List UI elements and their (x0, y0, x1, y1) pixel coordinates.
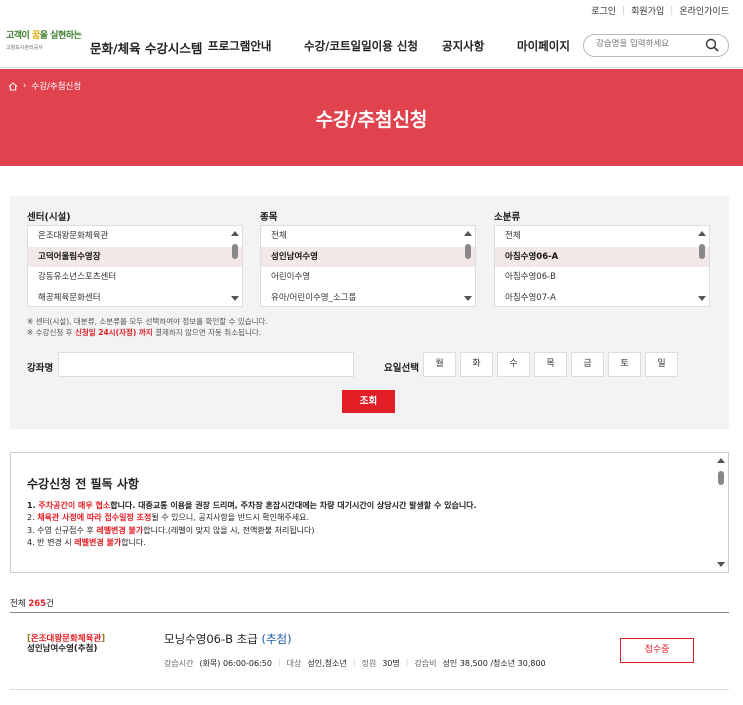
scroll-down-arrow-icon[interactable] (698, 296, 706, 301)
filter-notes: ※ 센터(시설), 대분류, 소분류를 모두 선택하여야 정보를 확인할 수 있… (27, 317, 268, 338)
center-label: 센터(시설) (27, 212, 71, 223)
course-name-label: 강좌명 (27, 363, 54, 374)
scrollbar[interactable] (461, 226, 475, 306)
day-select-label: 요일선택 (384, 363, 419, 374)
notice-list: 1. 주차공간이 매우 협소합니다. 대중교통 이용을 권장 드리며, 주차장 … (27, 500, 477, 549)
guide-link[interactable]: 온라인가이드 (679, 4, 729, 17)
category-option[interactable]: 유아/어린이수영_소그룹 (261, 288, 475, 307)
subcategory-option-selected[interactable]: 아침수영06-A (495, 246, 709, 267)
day-button-tue[interactable]: 화 (460, 352, 493, 377)
divider (10, 689, 729, 690)
divider (10, 612, 729, 613)
category-label: 종목 (260, 212, 278, 223)
scroll-down-arrow-icon[interactable] (464, 296, 472, 301)
day-button-wed[interactable]: 수 (497, 352, 530, 377)
category-option[interactable]: 어린이수영 (261, 267, 475, 288)
breadcrumb-separator: › (23, 81, 27, 91)
day-button-thu[interactable]: 목 (534, 352, 567, 377)
result-title[interactable]: 모닝수영06-B 초급 (추첨) (164, 631, 292, 647)
subcategory-listbox[interactable]: 전체 아침수영06-A 아침수영06-B 아침수영07-A (494, 225, 710, 307)
subcategory-option[interactable]: 전체 (495, 226, 709, 247)
result-facility: 성인남여수영(추첨) (27, 644, 98, 654)
scroll-up-arrow-icon[interactable] (231, 231, 239, 236)
center-option[interactable]: 온조대왕문화체육관 (28, 226, 242, 247)
scroll-up-arrow-icon[interactable] (717, 458, 725, 463)
header: 고객이 꿈을 실현하는 고양도시관리공사 문화/체육 수강시스템 프로그램안내 … (0, 22, 743, 68)
nav-notice[interactable]: 공지사항 (442, 38, 484, 54)
result-target: 성인,청소년 (307, 659, 347, 668)
notice-title: 수강신청 전 필독 사항 (27, 477, 139, 491)
breadcrumb-current: 수강/추첨신청 (31, 82, 82, 92)
notice-item-4: 4. 반 변경 시 레벨변경 불가합니다. (27, 537, 146, 547)
category-option-selected[interactable]: 성인남여수영 (261, 246, 475, 267)
site-title[interactable]: 문화/체육 수강시스템 (90, 38, 202, 57)
day-button-sun[interactable]: 일 (645, 352, 678, 377)
result-capacity: 30명 (382, 659, 400, 668)
center-listbox[interactable]: 온조대왕문화체육관 고덕어울림수영장 강동유소년스포츠센터 해공체육문화센터 (27, 225, 243, 307)
result-meta: 강습시간 (화목) 06:00-06:50 | 대상 성인,청소년 | 정원 30명 … (164, 658, 546, 668)
scrollbar[interactable] (695, 226, 709, 306)
subcategory-option[interactable]: 아침수영06-B (495, 267, 709, 288)
scroll-up-arrow-icon[interactable] (464, 231, 472, 236)
apply-status-button[interactable]: 접수중 (620, 638, 694, 663)
search-box (583, 34, 729, 57)
utility-links: 로그인 | 회원가입 | 온라인가이드 (591, 4, 729, 18)
course-name-input[interactable] (58, 352, 354, 377)
scrollbar[interactable] (714, 453, 728, 572)
breadcrumb: › 수강/추첨신청 (8, 80, 81, 92)
day-button-sat[interactable]: 토 (608, 352, 641, 377)
category-option[interactable]: 전체 (261, 226, 475, 247)
subcategory-label: 소분류 (494, 212, 521, 223)
notice-item-1: 1. 주차공간이 매우 협소합니다. 대중교통 이용을 권장 드리며, 주차장 … (27, 501, 477, 510)
subcategory-option[interactable]: 아침수영07-A (495, 288, 709, 307)
day-button-fri[interactable]: 금 (571, 352, 604, 377)
logo-slogan: 고객이 꿈을 실현하는 (6, 31, 82, 41)
notice-box: 수강신청 전 필독 사항 1. 주차공간이 매우 협소합니다. 대중교통 이용을… (10, 452, 729, 573)
search-submit-button[interactable]: 조회 (342, 390, 395, 413)
scrollbar-thumb[interactable] (232, 244, 238, 259)
center-option-selected[interactable]: 고덕어울림수영장 (28, 246, 242, 267)
filter-note-1: ※ 센터(시설), 대분류, 소분류를 모두 선택하여야 정보를 확인할 수 있… (27, 317, 268, 326)
home-icon[interactable] (8, 81, 18, 91)
notice-item-2: 2. 체육관 사정에 따라 접수일정 조정될 수 있으니, 공지사항을 반드시 … (27, 513, 310, 523)
logo-org-name: 고양도시관리공사 (6, 45, 43, 51)
hero-banner: › 수강/추첨신청 수강/추첨신청 (0, 69, 743, 166)
result-fee: 성인 38,500 /청소년 30,800 (442, 659, 546, 668)
login-link[interactable]: 로그인 (591, 4, 616, 17)
filter-note-2: ※ 수강신청 후 신청일 24시(자정) 까지 결제하지 않으면 자동 취소됩니… (27, 327, 262, 337)
signup-link[interactable]: 회원가입 (631, 4, 664, 17)
nav-program-info[interactable]: 프로그램안내 (208, 38, 271, 54)
result-time: (화목) 06:00-06:50 (199, 659, 272, 668)
search-icon[interactable] (705, 38, 719, 52)
day-button-mon[interactable]: 월 (423, 352, 456, 377)
scroll-up-arrow-icon[interactable] (698, 231, 706, 236)
scroll-down-arrow-icon[interactable] (717, 562, 725, 567)
scrollbar-thumb[interactable] (465, 244, 471, 259)
filter-panel: 센터(시설) 온조대왕문화체육관 고덕어울림수영장 강동유소년스포츠센터 해공체… (10, 196, 729, 429)
scrollbar-thumb[interactable] (699, 244, 705, 259)
scrollbar[interactable] (228, 226, 242, 306)
result-count: 전체 265건 (10, 599, 54, 609)
utility-bar: 로그인 | 회원가입 | 온라인가이드 (0, 0, 743, 22)
scrollbar-thumb[interactable] (718, 471, 724, 485)
category-listbox[interactable]: 전체 성인남여수영 어린이수영 유아/어린이수영_소그룹 (260, 225, 476, 307)
logo[interactable]: 고객이 꿈을 실현하는 고양도시관리공사 (6, 28, 82, 62)
page-title: 수강/추첨신청 (315, 109, 428, 131)
separator: | (670, 5, 674, 16)
center-option[interactable]: 해공체육문화센터 (28, 288, 242, 307)
center-option[interactable]: 강동유소년스포츠센터 (28, 267, 242, 288)
search-input[interactable] (596, 39, 696, 49)
nav-mypage[interactable]: 마이페이지 (517, 38, 570, 54)
nav-apply[interactable]: 수강/코트일일이용 신청 (304, 38, 418, 54)
separator: | (622, 5, 626, 16)
notice-item-3: 3. 수영 신규접수 후 레벨변경 불가합니다.(레벨이 맞지 않을 시, 전액… (27, 525, 315, 535)
scroll-down-arrow-icon[interactable] (231, 296, 239, 301)
